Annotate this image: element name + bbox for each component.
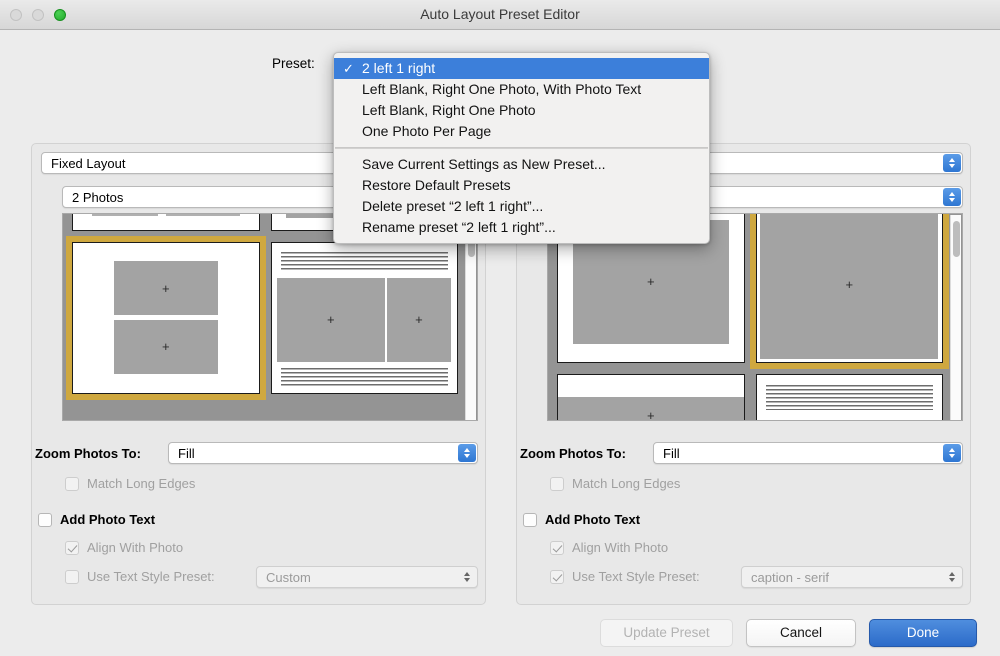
menu-item-delete-preset[interactable]: Delete preset “2 left 1 right”... bbox=[334, 196, 709, 217]
chevron-updown-icon bbox=[943, 188, 961, 206]
left-align-with-photo-checkbox[interactable] bbox=[65, 541, 79, 555]
menu-item-restore-default-presets[interactable]: Restore Default Presets bbox=[334, 175, 709, 196]
menu-item-label: Left Blank, Right One Photo bbox=[362, 102, 536, 118]
layout-thumbnail[interactable] bbox=[270, 242, 458, 394]
left-use-text-style-preset-label: Use Text Style Preset: bbox=[87, 569, 215, 584]
layout-thumbnail-selected[interactable] bbox=[66, 236, 266, 400]
left-zoom-photos-value: Fill bbox=[178, 446, 195, 461]
left-text-style-preset-popup[interactable]: Custom bbox=[256, 566, 478, 588]
right-zoom-photos-value: Fill bbox=[663, 446, 680, 461]
right-match-long-edges-label: Match Long Edges bbox=[572, 476, 681, 491]
chevron-updown-icon bbox=[943, 568, 961, 586]
right-use-text-style-preset-checkbox[interactable] bbox=[550, 570, 564, 584]
layout-mode-value: Fixed Layout bbox=[51, 156, 126, 171]
preset-label: Preset: bbox=[272, 56, 315, 71]
left-layout-preview[interactable] bbox=[62, 213, 478, 421]
menu-item-preset[interactable]: ✓ 2 left 1 right bbox=[334, 58, 709, 79]
window-title: Auto Layout Preset Editor bbox=[420, 6, 580, 22]
right-zoom-photos-popup[interactable]: Fill bbox=[653, 442, 963, 464]
menu-separator bbox=[335, 147, 708, 149]
right-use-text-style-preset-label: Use Text Style Preset: bbox=[572, 569, 700, 584]
left-text-style-preset-value: Custom bbox=[266, 570, 311, 585]
cancel-button[interactable]: Cancel bbox=[746, 619, 856, 647]
right-layout-preview[interactable] bbox=[547, 213, 963, 421]
menu-item-label: 2 left 1 right bbox=[362, 60, 436, 76]
menu-item-label: Delete preset “2 left 1 right”... bbox=[362, 198, 544, 214]
right-add-photo-text-checkbox[interactable] bbox=[523, 513, 537, 527]
menu-item-label: Save Current Settings as New Preset... bbox=[362, 156, 606, 172]
checkmark-icon: ✓ bbox=[343, 61, 354, 76]
update-preset-button[interactable]: Update Preset bbox=[600, 619, 733, 647]
chevron-updown-icon bbox=[458, 568, 476, 586]
chevron-updown-icon bbox=[943, 444, 961, 462]
scrollbar-thumb[interactable] bbox=[953, 221, 960, 257]
menu-item-preset[interactable]: One Photo Per Page bbox=[334, 121, 709, 142]
right-text-style-preset-popup[interactable]: caption - serif bbox=[741, 566, 963, 588]
menu-item-label: One Photo Per Page bbox=[362, 123, 492, 139]
menu-item-label: Restore Default Presets bbox=[362, 177, 511, 193]
left-zoom-photos-popup[interactable]: Fill bbox=[168, 442, 478, 464]
right-align-with-photo-checkbox[interactable] bbox=[550, 541, 564, 555]
layout-thumbnail[interactable] bbox=[755, 374, 943, 420]
menu-item-preset[interactable]: Left Blank, Right One Photo bbox=[334, 100, 709, 121]
left-add-photo-text-label: Add Photo Text bbox=[60, 512, 156, 527]
layout-thumbnail-selected[interactable] bbox=[749, 214, 949, 369]
left-preview-scrollbar[interactable] bbox=[465, 215, 476, 420]
chevron-updown-icon bbox=[943, 154, 961, 172]
right-zoom-photos-label: Zoom Photos To: bbox=[520, 446, 626, 461]
photo-count-value: 2 Photos bbox=[72, 190, 124, 205]
left-align-with-photo-label: Align With Photo bbox=[87, 540, 184, 555]
left-add-photo-text-checkbox[interactable] bbox=[38, 513, 52, 527]
layout-thumbnail[interactable] bbox=[72, 214, 260, 231]
left-match-long-edges-label: Match Long Edges bbox=[87, 476, 196, 491]
layout-thumbnail[interactable] bbox=[557, 374, 745, 420]
preset-dropdown-menu[interactable]: ✓ 2 left 1 right Left Blank, Right One P… bbox=[333, 52, 710, 244]
window-title-bar: Auto Layout Preset Editor bbox=[0, 0, 1000, 30]
left-match-long-edges-checkbox[interactable] bbox=[65, 477, 79, 491]
right-match-long-edges-checkbox[interactable] bbox=[550, 477, 564, 491]
menu-item-label: Left Blank, Right One Photo, With Photo … bbox=[362, 81, 642, 97]
menu-item-save-current-settings[interactable]: Save Current Settings as New Preset... bbox=[334, 154, 709, 175]
done-button[interactable]: Done bbox=[869, 619, 977, 647]
menu-item-label: Rename preset “2 left 1 right”... bbox=[362, 219, 556, 235]
menu-item-preset[interactable]: Left Blank, Right One Photo, With Photo … bbox=[334, 79, 709, 100]
right-align-with-photo-label: Align With Photo bbox=[572, 540, 669, 555]
right-add-photo-text-label: Add Photo Text bbox=[545, 512, 641, 527]
chevron-updown-icon bbox=[458, 444, 476, 462]
left-zoom-photos-label: Zoom Photos To: bbox=[35, 446, 141, 461]
right-preview-scrollbar[interactable] bbox=[950, 215, 961, 420]
menu-item-rename-preset[interactable]: Rename preset “2 left 1 right”... bbox=[334, 217, 709, 238]
left-use-text-style-preset-checkbox[interactable] bbox=[65, 570, 79, 584]
right-text-style-preset-value: caption - serif bbox=[751, 570, 830, 585]
